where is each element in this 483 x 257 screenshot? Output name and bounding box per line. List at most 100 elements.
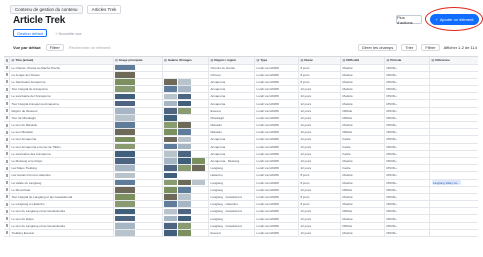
- reference-cell[interactable]: [430, 158, 478, 164]
- more-options-icon[interactable]: ⋯: [51, 18, 56, 24]
- period-cell[interactable]: MSVD+: [385, 107, 430, 114]
- period-cell[interactable]: MSVD+: [385, 64, 430, 71]
- duration-cell[interactable]: 12 jours: [299, 157, 341, 165]
- region-cell[interactable]: Manaslu: [209, 122, 255, 129]
- period-cell[interactable]: MSVD+: [385, 201, 430, 208]
- reference-cell[interactable]: [430, 223, 478, 229]
- table-row[interactable]: Le Sanctuaire Annapurna Annapurna Lundi vi…: [4, 78, 478, 87]
- title-cell[interactable]: Tour de Dhaulagiri: [10, 114, 114, 121]
- duration-cell[interactable]: 12 jours: [299, 114, 341, 121]
- reference-cell[interactable]: [430, 144, 478, 150]
- gallery-cell[interactable]: [163, 179, 209, 186]
- gallery-cell[interactable]: [163, 208, 209, 215]
- period-cell[interactable]: MSVD+: [385, 179, 430, 186]
- duration-cell[interactable]: 12 jours: [299, 122, 341, 129]
- title-cell[interactable]: Tour Intégral du Langtang et lac Gosaink…: [10, 193, 114, 201]
- period-cell[interactable]: MSVD+: [385, 114, 430, 121]
- type-cell[interactable]: Lundi via GDWR: [255, 93, 299, 100]
- column-header[interactable]: ▤ Région / région: [209, 57, 255, 64]
- type-cell[interactable]: Lundi via GDWR: [255, 165, 299, 172]
- main-image-cell[interactable]: [114, 201, 163, 208]
- main-image-cell[interactable]: [114, 71, 163, 78]
- difficulty-cell[interactable]: Facile: [341, 136, 385, 143]
- reference-cell[interactable]: [430, 165, 478, 171]
- main-image-cell[interactable]: [114, 215, 163, 222]
- gallery-cell[interactable]: [163, 150, 209, 157]
- title-cell[interactable]: Le tour du Manaslu: [10, 122, 114, 129]
- column-header[interactable]: ▤ Référence: [430, 57, 478, 64]
- duration-cell[interactable]: 12 jours: [299, 208, 341, 215]
- duration-cell[interactable]: 8 jours: [299, 193, 341, 201]
- type-cell[interactable]: Lundi via GDWR: [255, 215, 299, 222]
- region-cell[interactable]: Chirous: [209, 71, 255, 78]
- table-row[interactable]: Lac Mapo Trekking Langtang Lundi via GDWR 1…: [4, 165, 478, 173]
- region-cell[interactable]: Langtang: [209, 165, 255, 172]
- gallery-cell[interactable]: [163, 215, 209, 222]
- top-tab-cms[interactable]: Contenu de gestion du contenu: [10, 5, 83, 14]
- duration-cell[interactable]: 8 jours: [299, 71, 341, 78]
- reference-cell[interactable]: [430, 93, 478, 99]
- table-row[interactable]: Tour de Dhaulagiri Dhaulagiri Lundi via GD…: [4, 114, 478, 122]
- difficulty-cell[interactable]: Modéré: [341, 172, 385, 179]
- duration-cell[interactable]: 12 jours: [299, 143, 341, 150]
- top-tab-articles[interactable]: Articles Trek: [86, 5, 122, 14]
- difficulty-cell[interactable]: Modéré: [341, 78, 385, 86]
- table-row[interactable]: Tour Intégral Annapurna Annapurna Annapur…: [4, 100, 478, 108]
- main-image-cell[interactable]: [114, 208, 163, 215]
- reference-cell[interactable]: [430, 230, 478, 236]
- column-header[interactable]: ▤ Titre (actuel): [10, 57, 114, 64]
- title-cell[interactable]: Le tour du Langtang et lac Gosainkunda: [10, 208, 114, 215]
- table-row[interactable]: Lac Gosain Kund et Helambu Helambu Lundi v…: [4, 172, 478, 180]
- region-cell[interactable]: Langtang: [209, 179, 255, 186]
- period-cell[interactable]: MSVD+: [385, 165, 430, 172]
- duration-cell[interactable]: 12 jours: [299, 93, 341, 100]
- period-cell[interactable]: MSVD+: [385, 86, 430, 93]
- reference-cell[interactable]: [430, 72, 478, 78]
- difficulty-cell[interactable]: Modéré: [341, 179, 385, 186]
- difficulty-cell[interactable]: Modéré: [341, 71, 385, 78]
- title-cell[interactable]: Le Langtang et Helambu: [10, 201, 114, 208]
- region-cell[interactable]: Annapurna: [209, 150, 255, 157]
- duration-cell[interactable]: 12 jours: [299, 136, 341, 143]
- table-row[interactable]: Le sanctuaire de l'Annapurna Annapurna Lun…: [4, 93, 478, 101]
- duration-cell[interactable]: 8 jours: [299, 179, 341, 186]
- table-row[interactable]: Le tour du Langtang et lac Gosainkunda La…: [4, 222, 478, 230]
- difficulty-cell[interactable]: Modéré: [341, 64, 385, 71]
- difficulty-cell[interactable]: Difficile: [341, 107, 385, 114]
- main-image-cell[interactable]: [114, 186, 163, 193]
- title-cell[interactable]: Le tour Manaslu: [10, 129, 114, 136]
- main-image-cell[interactable]: [114, 222, 163, 229]
- region-cell[interactable]: Chemin du Gamla: [209, 64, 255, 71]
- column-header[interactable]: ▤ Type: [255, 57, 299, 64]
- title-cell[interactable]: Lac Gosain Kund et Helambu: [10, 172, 114, 179]
- type-cell[interactable]: Lundi via GDWR: [255, 86, 299, 93]
- type-cell[interactable]: Lundi via GDWR: [255, 78, 299, 86]
- main-image-cell[interactable]: [114, 165, 163, 172]
- title-cell[interactable]: Le Mera Peak: [10, 186, 114, 193]
- gallery-cell[interactable]: [163, 201, 209, 208]
- region-cell[interactable]: Manaslu: [209, 129, 255, 136]
- table-row[interactable]: Le Mustang et le Dolpo Annapurna · Mustan…: [4, 157, 478, 166]
- title-cell[interactable]: Le sanctuaire des Annapurna: [10, 150, 114, 157]
- type-cell[interactable]: Lundi via GDWR: [255, 114, 299, 121]
- table-row[interactable]: Le tour du Langtang et lac Gosainkunda La…: [4, 208, 478, 216]
- type-cell[interactable]: Lundi via GDWR: [255, 222, 299, 229]
- difficulty-cell[interactable]: Modéré: [341, 122, 385, 129]
- difficulty-cell[interactable]: Difficile: [341, 222, 385, 229]
- title-cell[interactable]: Lac Mapo Trekking: [10, 165, 114, 172]
- difficulty-cell[interactable]: Modéré: [341, 215, 385, 222]
- gallery-cell[interactable]: [163, 186, 209, 193]
- more-actions-button[interactable]: Plus d'actions: [396, 15, 422, 25]
- reference-cell[interactable]: [430, 201, 478, 207]
- duration-cell[interactable]: 8 jours: [299, 64, 341, 71]
- main-image-cell[interactable]: [114, 122, 163, 129]
- main-image-cell[interactable]: [114, 129, 163, 136]
- reference-cell[interactable]: [430, 187, 478, 193]
- title-cell[interactable]: Trekking Everest: [10, 229, 114, 236]
- period-cell[interactable]: MSVD+: [385, 78, 430, 86]
- period-cell[interactable]: MSVD+: [385, 122, 430, 129]
- difficulty-cell[interactable]: Modéré: [341, 93, 385, 100]
- reference-cell[interactable]: [430, 208, 478, 214]
- table-row[interactable]: Le sanctuaire des Annapurna Annapurna Lund…: [4, 150, 478, 158]
- table-row[interactable]: Le Langtang et Helambu Langtang · Helambu…: [4, 201, 478, 209]
